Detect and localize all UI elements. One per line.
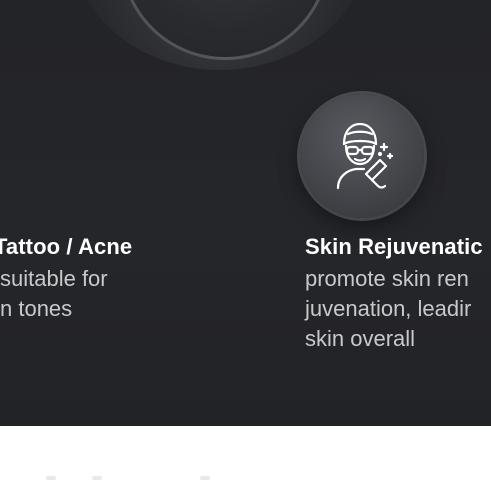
skin-treatment-face-icon	[336, 122, 394, 190]
faint-decoration	[92, 476, 102, 480]
skin-rejuvenation-badge	[300, 94, 424, 218]
next-section	[0, 426, 491, 485]
feature-description-tattoo-acne: suitable for n tones	[0, 264, 108, 324]
faint-decoration	[200, 476, 210, 480]
faint-decoration	[46, 476, 56, 480]
feature-description-line: n tones	[0, 296, 73, 321]
feature-title-skin-rejuvenation: Skin Rejuvenatic	[305, 234, 483, 259]
page: Tattoo / Acne suitable for n tones Skin …	[0, 0, 491, 485]
feature-title-tattoo-acne: Tattoo / Acne	[0, 234, 133, 259]
feature-description-skin-rejuvenation: promote skin ren juvenation, leadir skin…	[305, 264, 471, 354]
features-section: Tattoo / Acne suitable for n tones Skin …	[0, 0, 491, 426]
feature-description-line: juvenation, leadir	[305, 296, 472, 321]
feature-description-line: promote skin ren	[305, 266, 469, 291]
feature-description-line: suitable for	[0, 266, 108, 291]
feature-description-line: skin overall	[305, 326, 416, 351]
